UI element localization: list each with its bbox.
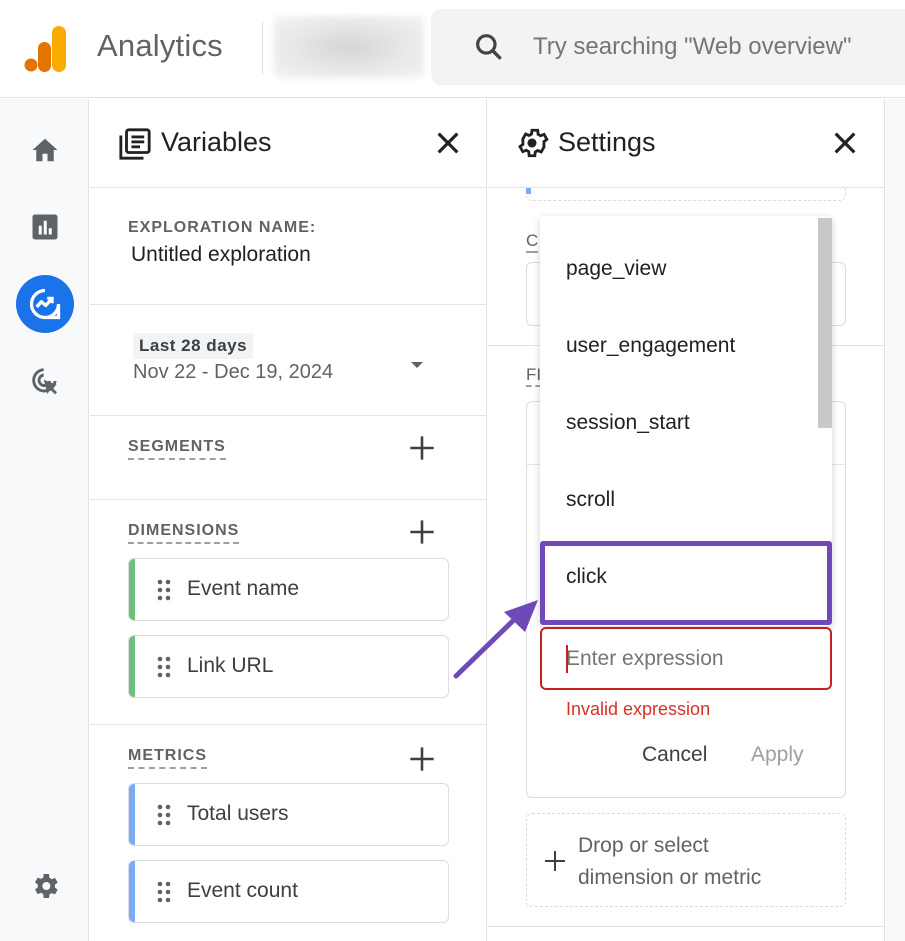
dimensions-label: DIMENSIONS	[128, 522, 240, 544]
drag-handle-icon[interactable]	[157, 804, 171, 826]
divider	[488, 926, 884, 927]
dropdown-option[interactable]: page_view	[540, 230, 818, 307]
add-segment-plus-icon[interactable]	[408, 434, 436, 462]
drag-handle-icon[interactable]	[157, 881, 171, 903]
drop-zone-top	[526, 188, 846, 201]
nav-reports[interactable]	[16, 198, 74, 256]
variables-icon	[119, 128, 151, 160]
settings-title: Settings	[558, 127, 656, 157]
close-icon[interactable]	[829, 127, 861, 159]
date-preset-chip: Last 28 days	[133, 333, 254, 359]
cancel-button[interactable]: Cancel	[642, 743, 707, 767]
highlight-box	[540, 541, 832, 625]
text-caret	[566, 645, 568, 673]
nav-advertising[interactable]	[16, 352, 74, 410]
exploration-name-label: EXPLORATION NAME:	[128, 219, 317, 236]
metric-label: Total users	[187, 802, 289, 825]
dimension-chip-event-name[interactable]: Event name	[128, 558, 449, 621]
variables-header: Variables	[90, 99, 486, 188]
variables-panel: Variables EXPLORATION NAME: Untitled exp…	[90, 99, 487, 941]
nav-explore[interactable]	[16, 275, 74, 333]
drag-handle-icon[interactable]	[157, 656, 171, 678]
metric-color-bar	[129, 861, 135, 922]
metric-marker	[526, 188, 531, 194]
filters-label-partial: FI	[526, 365, 542, 387]
settings-header: Settings	[488, 99, 884, 188]
drop-zone-text-line2: dimension or metric	[578, 866, 762, 889]
segments-section: SEGMENTS	[90, 416, 486, 500]
account-selector[interactable]	[274, 16, 424, 78]
dimension-color-bar	[129, 559, 135, 620]
app-title: Analytics	[97, 28, 223, 63]
search-bar[interactable]	[431, 9, 905, 85]
home-icon	[32, 138, 58, 162]
expression-input[interactable]	[566, 643, 816, 675]
target-cursor-icon	[32, 368, 57, 395]
dimensions-section: DIMENSIONS Event name Link URL	[90, 500, 486, 725]
dimension-label: Link URL	[187, 654, 274, 677]
exploration-name-section: EXPLORATION NAME: Untitled exploration	[90, 189, 486, 305]
nav-admin[interactable]	[16, 857, 74, 915]
close-icon[interactable]	[432, 127, 464, 159]
explore-icon	[29, 288, 61, 320]
nav-home[interactable]	[16, 121, 74, 179]
bar-chart-icon	[32, 214, 58, 240]
dropdown-scrollbar[interactable]	[818, 218, 832, 428]
add-metric-plus-icon[interactable]	[408, 745, 436, 773]
metric-chip-total-users[interactable]: Total users	[128, 783, 449, 846]
metric-color-bar	[129, 784, 135, 845]
divider	[262, 22, 263, 74]
dimension-color-bar	[129, 636, 135, 697]
gear-icon	[35, 874, 58, 898]
variables-title: Variables	[161, 127, 272, 157]
add-dimension-plus-icon[interactable]	[408, 518, 436, 546]
dropdown-option[interactable]: user_engagement	[540, 307, 818, 384]
error-message: Invalid expression	[566, 699, 711, 719]
section-label-partial: C	[526, 231, 539, 253]
analytics-logo-icon	[24, 26, 66, 72]
search-input[interactable]	[533, 29, 905, 65]
dropdown-option[interactable]: session_start	[540, 384, 818, 461]
dropdown-option[interactable]: scroll	[540, 461, 818, 538]
drop-zone[interactable]: Drop or select dimension or metric	[526, 813, 846, 907]
left-nav	[0, 99, 89, 941]
top-bar: Analytics	[0, 0, 905, 98]
metric-label: Event count	[187, 879, 298, 902]
apply-button[interactable]: Apply	[751, 743, 804, 767]
segments-label: SEGMENTS	[128, 438, 226, 460]
annotation-arrow-icon	[453, 600, 538, 679]
right-gutter	[885, 99, 905, 941]
date-range-selector[interactable]: Last 28 days Nov 22 - Dec 19, 2024	[90, 305, 486, 416]
drop-zone-text-line1: Drop or select	[578, 834, 709, 857]
metric-chip-event-count[interactable]: Event count	[128, 860, 449, 923]
drag-handle-icon[interactable]	[157, 579, 171, 601]
exploration-name-input[interactable]: Untitled exploration	[131, 243, 311, 267]
expression-field[interactable]	[540, 627, 832, 690]
settings-gear-icon	[518, 128, 549, 158]
plus-icon	[545, 851, 565, 871]
metrics-section: METRICS Total users Event count	[90, 725, 486, 941]
search-icon	[476, 34, 502, 60]
metrics-label: METRICS	[128, 747, 207, 769]
dimension-chip-link-url[interactable]: Link URL	[128, 635, 449, 698]
dropdown-arrow-icon	[411, 362, 423, 368]
date-range-text: Nov 22 - Dec 19, 2024	[133, 361, 334, 383]
dimension-label: Event name	[187, 577, 300, 600]
